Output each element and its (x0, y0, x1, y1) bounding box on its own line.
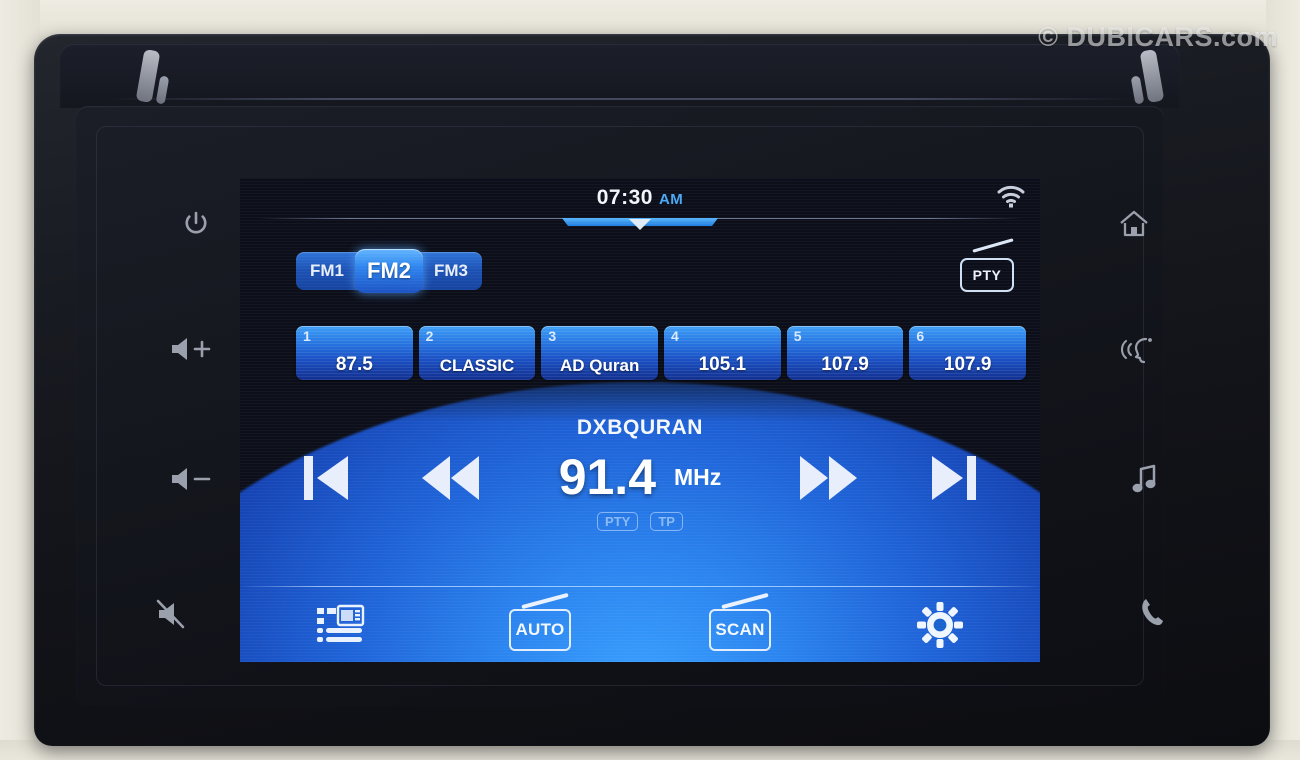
rewind-icon (422, 456, 479, 500)
frequency-unit: MHz (674, 463, 722, 490)
pty-button[interactable]: PTY (960, 238, 1014, 292)
band-option-fm1[interactable]: FM1 (300, 252, 354, 290)
preset-number: 4 (671, 328, 679, 344)
tune-up-button[interactable] (798, 450, 860, 511)
music-note-icon (1132, 464, 1156, 493)
media-button[interactable] (1118, 455, 1170, 503)
clock: 07:30 AM (240, 186, 1040, 210)
preset-value: AD Quran (560, 356, 640, 375)
watermark: © DUBICARS.com (1038, 22, 1278, 52)
volume-plus-icon (172, 338, 211, 360)
tune-down-button[interactable] (420, 450, 482, 511)
volume-down-button[interactable] (160, 455, 222, 503)
pty-flag[interactable]: PTY (597, 512, 639, 531)
wifi-icon (997, 185, 1025, 208)
station-list-icon (317, 604, 365, 642)
pulldown-chevron-icon[interactable] (629, 219, 651, 230)
band-option-fm3[interactable]: FM3 (424, 252, 478, 290)
clock-time: 07:30 (596, 186, 653, 209)
home-button[interactable] (1108, 200, 1160, 248)
bottom-toolbar: AUTO SCAN (240, 587, 1040, 662)
volume-minus-icon (172, 468, 211, 490)
preset-number: 1 (303, 328, 311, 344)
band-selector[interactable]: FM1 FM2 FM3 (296, 249, 482, 293)
station-list-button[interactable] (240, 602, 440, 648)
fast-forward-icon (800, 456, 857, 500)
auto-button-label[interactable]: AUTO (509, 608, 571, 651)
clock-ampm: AM (658, 191, 684, 208)
voice-icon (1120, 337, 1152, 364)
antenna-icon (721, 592, 769, 609)
scan-button-graphic[interactable]: SCAN (709, 592, 771, 651)
preset-button-4[interactable]: 4 105.1 (664, 326, 781, 380)
scan-button[interactable]: SCAN (640, 592, 840, 651)
antenna-icon (521, 592, 569, 609)
preset-value: 87.5 (335, 354, 373, 375)
home-icon (1120, 210, 1148, 237)
preset-button-1[interactable]: 1 87.5 (296, 326, 413, 380)
gear-icon (917, 601, 963, 648)
scan-button-label[interactable]: SCAN (709, 608, 771, 651)
skip-next-icon (932, 456, 976, 500)
preset-number: 5 (793, 328, 802, 344)
preset-buttons: 1 87.5 2 CLASSIC 3 AD Quran 4 105.1 5 10… (296, 326, 1027, 380)
auto-button-graphic[interactable]: AUTO (509, 592, 571, 651)
frequency-value: 91.4 (558, 449, 657, 505)
phone-button[interactable] (1128, 588, 1180, 636)
preset-value: CLASSIC (439, 356, 515, 375)
mute-icon (156, 599, 185, 629)
auto-store-button[interactable]: AUTO (440, 592, 640, 651)
voice-command-button[interactable] (1112, 325, 1168, 373)
tp-flag[interactable]: TP (650, 512, 683, 531)
preset-number: 6 (916, 328, 925, 344)
preset-value: 107.9 (821, 354, 869, 375)
frequency-display: 91.4 MHz (240, 446, 1040, 508)
dashboard-right-surround (1266, 0, 1300, 760)
volume-up-button[interactable] (160, 325, 222, 373)
skip-previous-button[interactable] (300, 450, 352, 511)
mute-button[interactable] (145, 590, 203, 638)
skip-previous-icon (304, 456, 348, 500)
wifi-status (996, 184, 1026, 213)
preset-button-3[interactable]: 3 AD Quran (541, 326, 659, 380)
preset-value: 107.9 (943, 354, 992, 375)
preset-button-2[interactable]: 2 CLASSIC (418, 326, 536, 380)
preset-button-5[interactable]: 5 107.9 (786, 326, 904, 380)
antenna-icon (972, 238, 1014, 253)
preset-button-6[interactable]: 6 107.9 (909, 326, 1027, 380)
preset-value: 105.1 (698, 354, 747, 375)
power-icon (185, 211, 207, 234)
power-button[interactable] (170, 200, 222, 248)
infotainment-screen: 07:30 AM FM1 FM2 FM3 PTY 1 87.5 2 CLASSI… (240, 178, 1040, 662)
phone-icon (1142, 599, 1163, 626)
status-bar: 07:30 AM (240, 178, 1040, 230)
station-name: DXBQURAN (576, 416, 704, 439)
pty-button-label[interactable]: PTY (960, 258, 1014, 292)
skip-next-button[interactable] (928, 450, 980, 511)
settings-button[interactable] (840, 601, 1040, 649)
preset-number: 2 (425, 328, 434, 344)
rds-flags: PTY TP (240, 512, 1040, 531)
preset-number: 3 (548, 328, 557, 344)
hood-trim-line (110, 98, 1130, 100)
band-option-fm2[interactable]: FM2 (355, 249, 423, 293)
